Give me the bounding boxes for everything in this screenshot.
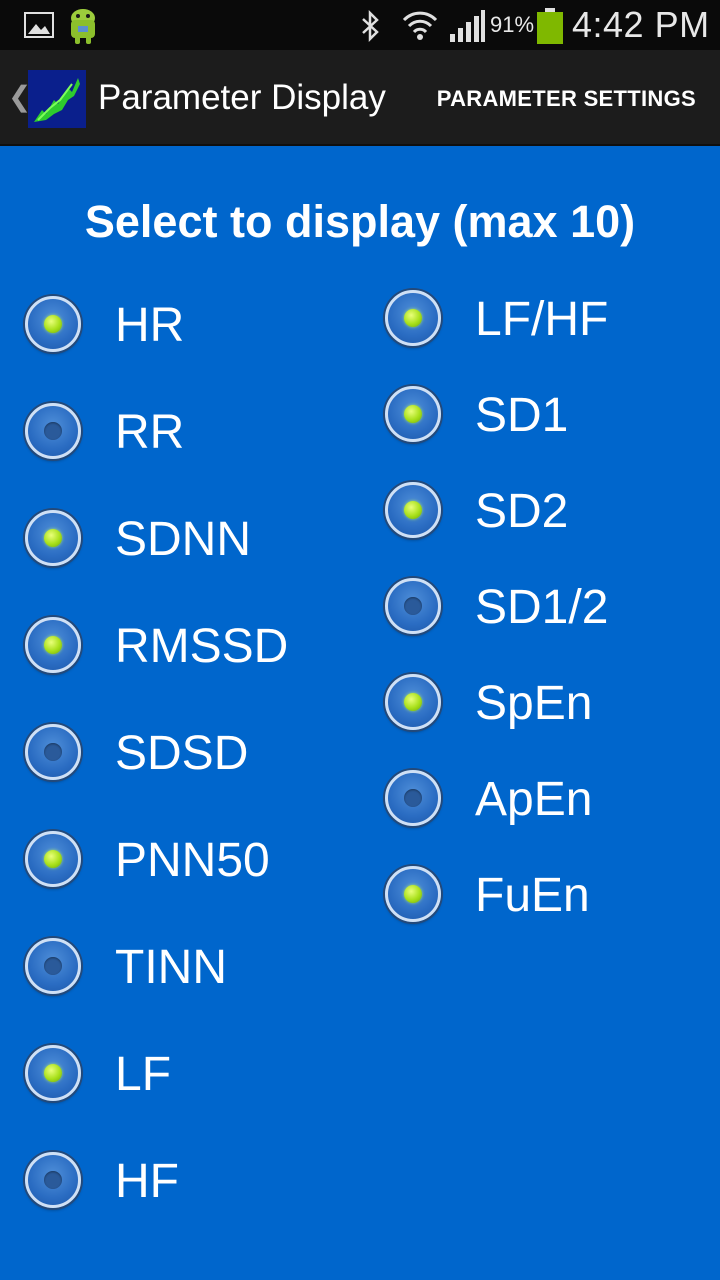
- radio-button[interactable]: [25, 938, 81, 994]
- radio-unchecked-indicator: [44, 957, 62, 975]
- action-bar: ❮ Parameter Display PARAMETER SETTINGS: [0, 50, 720, 146]
- radio-checked-indicator: [44, 850, 62, 868]
- android-icon: [71, 9, 95, 44]
- signal-icon: [450, 10, 485, 42]
- radio-label: PNN50: [115, 834, 270, 887]
- radio-option-pnn50[interactable]: PNN50: [25, 831, 345, 891]
- radio-option-sdnn[interactable]: SDNN: [25, 510, 345, 570]
- radio-checked-indicator: [404, 501, 422, 519]
- radio-label: SDSD: [115, 727, 249, 780]
- radio-button[interactable]: [385, 770, 441, 826]
- radio-checked-indicator: [404, 405, 422, 423]
- radio-label: SpEn: [475, 677, 593, 730]
- radio-checked-indicator: [44, 636, 62, 654]
- radio-checked-indicator: [404, 309, 422, 327]
- radio-button[interactable]: [25, 403, 81, 459]
- radio-label: SDNN: [115, 513, 252, 566]
- radio-button[interactable]: [385, 578, 441, 634]
- radio-checked-indicator: [404, 885, 422, 903]
- radio-option-fuen[interactable]: FuEn: [385, 866, 705, 926]
- radio-button[interactable]: [25, 296, 81, 352]
- radio-option-sd1-2[interactable]: SD1/2: [385, 578, 705, 638]
- status-bar: 91% 4:42 PM: [0, 0, 720, 50]
- action-bar-title: Parameter Display: [98, 78, 386, 117]
- radio-checked-indicator: [44, 315, 62, 333]
- radio-option-lf[interactable]: LF: [25, 1045, 345, 1105]
- radio-option-sd1[interactable]: SD1: [385, 386, 705, 446]
- radio-unchecked-indicator: [404, 789, 422, 807]
- radio-unchecked-indicator: [44, 422, 62, 440]
- radio-label: RMSSD: [115, 620, 289, 673]
- radio-label: HR: [115, 299, 185, 352]
- radio-button[interactable]: [385, 674, 441, 730]
- battery-icon: [537, 8, 563, 44]
- radio-label: SD1/2: [475, 581, 609, 634]
- radio-button[interactable]: [385, 866, 441, 922]
- radio-unchecked-indicator: [44, 743, 62, 761]
- radio-unchecked-indicator: [44, 1171, 62, 1189]
- battery-percent: 91%: [490, 12, 535, 37]
- app-logo-graphic: [34, 78, 80, 122]
- radio-button[interactable]: [25, 510, 81, 566]
- radio-label: HF: [115, 1155, 179, 1208]
- radio-option-hf[interactable]: HF: [25, 1152, 345, 1212]
- wifi-icon: [402, 11, 438, 40]
- radio-label: ApEn: [475, 773, 593, 826]
- radio-option-spen[interactable]: SpEn: [385, 674, 705, 734]
- radio-option-tinn[interactable]: TINN: [25, 938, 345, 998]
- radio-label: SD1: [475, 389, 569, 442]
- radio-label: TINN: [115, 941, 227, 994]
- radio-label: SD2: [475, 485, 569, 538]
- radio-option-apen[interactable]: ApEn: [385, 770, 705, 830]
- radio-button[interactable]: [25, 617, 81, 673]
- radio-label: LF/HF: [475, 293, 609, 346]
- page-title: Select to display (max 10): [84, 196, 636, 247]
- gallery-icon: [24, 12, 54, 38]
- radio-checked-indicator: [44, 529, 62, 547]
- radio-label: LF: [115, 1048, 172, 1101]
- radio-option-rr[interactable]: RR: [25, 403, 345, 463]
- radio-option-sdsd[interactable]: SDSD: [25, 724, 345, 784]
- radio-label: FuEn: [475, 869, 590, 922]
- radio-unchecked-indicator: [404, 597, 422, 615]
- radio-option-lf-hf[interactable]: LF/HF: [385, 290, 705, 350]
- radio-button[interactable]: [385, 290, 441, 346]
- bluetooth-icon: [362, 10, 379, 42]
- app-logo[interactable]: [28, 70, 86, 128]
- radio-button[interactable]: [385, 386, 441, 442]
- radio-button[interactable]: [25, 724, 81, 780]
- parameter-settings-button[interactable]: PARAMETER SETTINGS: [437, 86, 696, 112]
- radio-button[interactable]: [25, 1045, 81, 1101]
- radio-option-sd2[interactable]: SD2: [385, 482, 705, 542]
- radio-option-rmssd[interactable]: RMSSD: [25, 617, 345, 677]
- radio-option-hr[interactable]: HR: [25, 296, 345, 356]
- clock: 4:42 PM: [572, 4, 710, 45]
- radio-checked-indicator: [404, 693, 422, 711]
- radio-checked-indicator: [44, 1064, 62, 1082]
- radio-button[interactable]: [25, 831, 81, 887]
- radio-button[interactable]: [385, 482, 441, 538]
- radio-button[interactable]: [25, 1152, 81, 1208]
- radio-label: RR: [115, 406, 185, 459]
